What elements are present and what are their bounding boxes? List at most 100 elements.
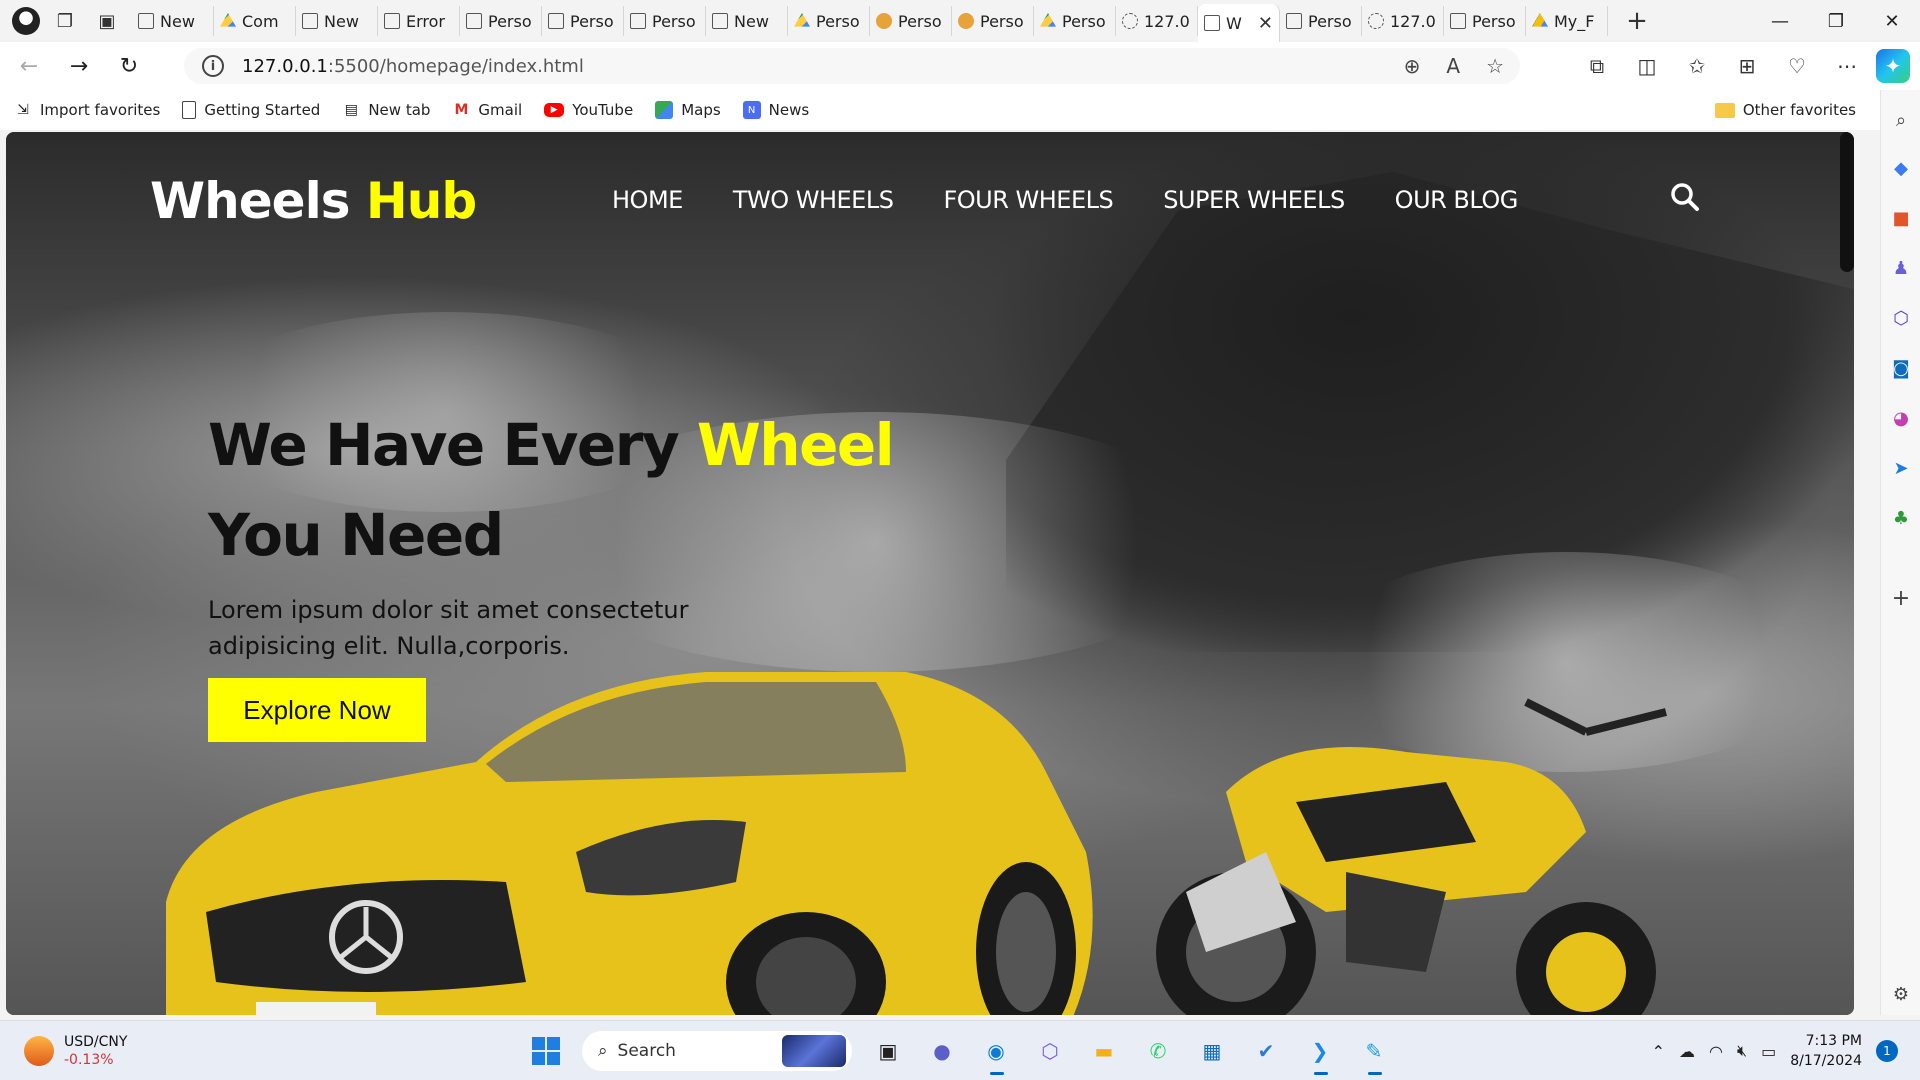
copilot-icon[interactable]: ✦ [1876, 49, 1910, 83]
stock-widget[interactable]: USD/CNY -0.13% [24, 1033, 127, 1069]
site-info-icon[interactable]: i [202, 55, 224, 77]
browser-tab[interactable]: My_F [1526, 6, 1608, 36]
minimize-button[interactable]: — [1752, 0, 1808, 42]
newtab-icon: ▤ [344, 102, 358, 118]
browser-tab[interactable]: Perso [952, 6, 1034, 36]
read-aloud-icon[interactable]: A [1446, 54, 1460, 78]
page-scrollbar[interactable] [1840, 132, 1854, 272]
browser-tab[interactable]: 127.0 [1362, 6, 1444, 36]
taskbar-apps: ⌕ Search ▣ ● ◉ ⬡ ▬ ✆ ▦ ✔ ❯ ✎ [528, 1031, 1392, 1075]
start-button[interactable] [528, 1033, 564, 1069]
explore-now-button[interactable]: Explore Now [208, 678, 426, 742]
site-logo[interactable]: Wheels Hub [150, 172, 477, 230]
search-highlight-image [782, 1035, 846, 1067]
clock[interactable]: 7:13 PM 8/17/2024 [1790, 1031, 1862, 1071]
browser-tab[interactable]: Perso [542, 6, 624, 36]
close-window-button[interactable]: ✕ [1864, 0, 1920, 42]
menu-super-wheels[interactable]: SUPER WHEELS [1163, 186, 1345, 214]
notification-badge[interactable]: 1 [1876, 1040, 1898, 1062]
extensions-icon[interactable]: ⧉ [1576, 45, 1618, 87]
outlook-icon[interactable]: ◙ [1887, 354, 1915, 382]
browser-tab[interactable]: W ✕ [1198, 4, 1280, 42]
collections-icon[interactable]: ⊞ [1726, 45, 1768, 87]
edge-browser-icon[interactable]: ◉ [978, 1033, 1014, 1075]
task-view-icon[interactable]: ▣ [870, 1033, 906, 1069]
teams-chat-icon[interactable]: ● [924, 1033, 960, 1069]
menu-four-wheels[interactable]: FOUR WHEELS [943, 186, 1113, 214]
onedrive-icon[interactable]: ☁ [1679, 1042, 1695, 1061]
games-icon[interactable]: ♟ [1887, 254, 1915, 282]
search-icon[interactable] [1670, 182, 1700, 212]
split-screen-icon[interactable]: ◫ [1626, 45, 1668, 87]
wifi-icon[interactable]: ◠ [1709, 1042, 1723, 1061]
favorites-icon[interactable]: ✩ [1676, 45, 1718, 87]
favorite-new-tab[interactable]: ▤ New tab [342, 101, 431, 119]
browser-tab[interactable]: Perso [1444, 6, 1526, 36]
favorite-gmail[interactable]: M Gmail [452, 101, 522, 119]
browser-tab[interactable]: Perso [1034, 6, 1116, 36]
whatsapp-icon[interactable]: ✆ [1140, 1033, 1176, 1069]
tab-label: My_F [1554, 11, 1595, 31]
browser-tab[interactable]: Perso [1280, 6, 1362, 36]
favorite-maps[interactable]: Maps [655, 101, 721, 119]
address-bar[interactable]: i 127.0.0.1:5500/homepage/index.html ⊕ A… [184, 48, 1520, 84]
settings-gear-icon[interactable]: ⚙ [1887, 980, 1915, 1008]
refresh-button[interactable]: ↻ [108, 45, 150, 87]
document-icon [1286, 13, 1302, 29]
restore-button[interactable]: ❐ [1808, 0, 1864, 42]
copilot-sidebar-icon[interactable]: ⬡ [1887, 304, 1915, 332]
taskbar-search[interactable]: ⌕ Search [582, 1031, 852, 1071]
search-placeholder: Search [617, 1041, 676, 1061]
browser-tab[interactable]: Perso [460, 6, 542, 36]
youtube-icon: ▶ [544, 103, 565, 117]
todo-icon[interactable]: ✔ [1248, 1033, 1284, 1069]
workspaces-icon[interactable]: ❐ [48, 4, 82, 38]
favorite-star-icon[interactable]: ☆ [1486, 54, 1504, 78]
favorite-news[interactable]: N News [742, 101, 809, 119]
volume-muted-icon[interactable]: 🔇︎ [1737, 1041, 1747, 1061]
battery-icon[interactable]: ▭ [1761, 1042, 1776, 1061]
tab-label: Perso [1062, 11, 1106, 31]
menu-two-wheels[interactable]: TWO WHEELS [733, 186, 894, 214]
browser-essentials-icon[interactable]: ♡ [1776, 45, 1818, 87]
file-explorer-icon[interactable]: ▬ [1086, 1033, 1122, 1069]
browser-tab[interactable]: 127.0 [1116, 6, 1198, 36]
browser-tab[interactable]: Perso [788, 6, 870, 36]
vscode-icon[interactable]: ❯ [1302, 1033, 1338, 1075]
chevron-up-icon[interactable]: ⌃ [1652, 1042, 1665, 1061]
browser-tab[interactable]: Perso [624, 6, 706, 36]
back-button[interactable]: ← [8, 45, 50, 87]
browser-tab[interactable]: Error [378, 6, 460, 36]
menu-home[interactable]: HOME [612, 186, 683, 214]
other-favorites[interactable]: Other favorites [1714, 90, 1856, 130]
menu-our-blog[interactable]: OUR BLOG [1395, 186, 1519, 214]
browser-tab[interactable]: New [132, 6, 214, 36]
copilot-taskbar-icon[interactable]: ⬡ [1032, 1033, 1068, 1069]
tab-actions-icon[interactable]: ▣ [90, 4, 124, 38]
more-menu-icon[interactable]: ⋯ [1826, 45, 1868, 87]
toolbox-icon[interactable]: ■ [1887, 204, 1915, 232]
new-tab-button[interactable]: + [1622, 6, 1652, 36]
tree-icon[interactable]: ♣ [1887, 504, 1915, 532]
url-text[interactable]: 127.0.0.1:5500/homepage/index.html [242, 56, 584, 77]
forward-button[interactable]: → [58, 45, 100, 87]
paint-icon[interactable]: ✎ [1356, 1033, 1392, 1075]
search-icon[interactable]: ⌕ [1887, 106, 1915, 134]
profile-avatar[interactable] [12, 7, 40, 35]
shopping-tag-icon[interactable]: ◆ [1887, 154, 1915, 182]
browser-tab[interactable]: New [706, 6, 788, 36]
edge-sidebar: ⌕ ◆ ■ ♟ ⬡ ◙ ◕ ➤ ♣ + ⚙ [1880, 90, 1920, 1015]
browser-tab[interactable]: Com [214, 6, 296, 36]
document-icon [384, 13, 400, 29]
send-icon[interactable]: ➤ [1887, 454, 1915, 482]
browser-tab[interactable]: New [296, 6, 378, 36]
add-sidebar-app-icon[interactable]: + [1887, 584, 1915, 612]
zoom-icon[interactable]: ⊕ [1404, 54, 1421, 78]
close-tab-icon[interactable]: ✕ [1258, 13, 1273, 34]
favorite-getting-started[interactable]: Getting Started [182, 101, 320, 119]
favorite-youtube[interactable]: ▶ YouTube [544, 101, 633, 119]
microsoft-store-icon[interactable]: ▦ [1194, 1033, 1230, 1069]
favorite-import[interactable]: ⇲ Import favorites [14, 101, 160, 119]
designer-icon[interactable]: ◕ [1887, 404, 1915, 432]
browser-tab[interactable]: Perso [870, 6, 952, 36]
